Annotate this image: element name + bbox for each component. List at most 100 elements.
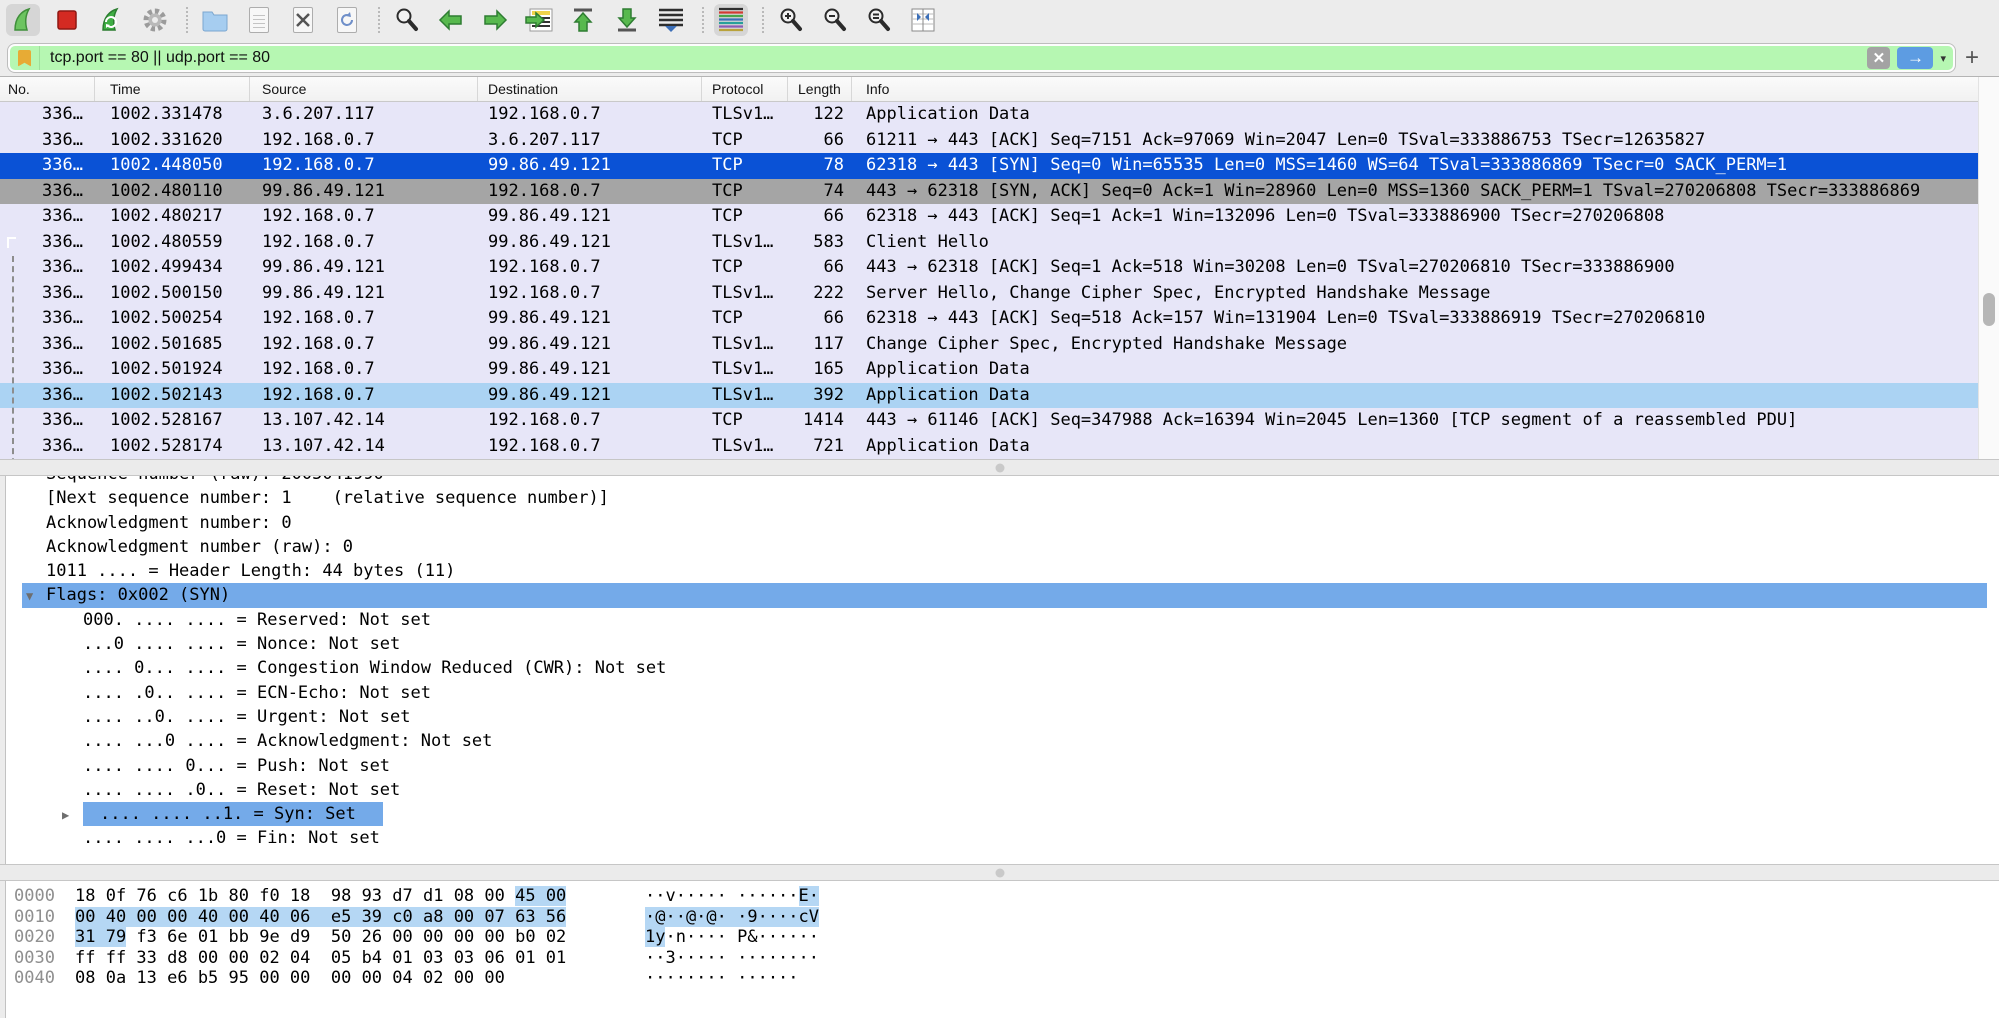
packet-list-header: No.TimeSourceDestinationProtocolLengthIn… [0,77,1999,102]
hex-bytes: 00 40 00 00 40 00 40 06 e5 39 c0 a8 00 0… [75,907,566,928]
packet-row[interactable]: 336…1002.52816713.107.42.14192.168.0.7TC… [0,408,1999,434]
scrollbar-thumb[interactable] [1983,293,1995,326]
stop-capture-button[interactable] [50,4,84,36]
packet-cell-time: 1002.528174 [95,434,250,460]
detail-line[interactable]: Acknowledgment number (raw): 0 [0,535,1999,559]
zoom-reset-button[interactable] [862,4,896,36]
detail-line[interactable]: [Next sequence number: 1 (relative seque… [0,486,1999,510]
packet-cell-source: 3.6.207.117 [250,102,478,128]
previous-packet-button[interactable] [434,4,468,36]
restart-capture-button[interactable] [94,4,128,36]
colorize-button[interactable] [714,4,748,36]
packet-row[interactable]: 336…1002.50015099.86.49.121192.168.0.7TL… [0,281,1999,307]
expander-down-icon[interactable]: ▼ [26,584,33,608]
detail-line[interactable]: Sequence number (raw): 2005041990 [0,476,1999,486]
column-header-length[interactable]: Length [788,77,852,101]
detail-line[interactable]: ▶.... .... ..1. = Syn: Set [0,802,1999,826]
packet-cell-length: 122 [788,102,852,128]
pane-splitter[interactable] [0,459,1999,476]
save-file-button[interactable] [242,4,276,36]
filter-history-caret[interactable]: ▾ [1940,52,1946,65]
packet-row[interactable]: 336…1002.501685192.168.0.799.86.49.121TL… [0,332,1999,358]
column-header-no[interactable]: No. [0,77,95,101]
detail-line[interactable]: .... .0.. .... = ECN-Echo: Not set [0,681,1999,705]
main-toolbar [0,0,1999,40]
detail-line[interactable]: .... .... .0.. = Reset: Not set [0,778,1999,802]
packet-cell-protocol: TCP [702,306,788,332]
hex-ascii: ········ ······ [645,968,799,989]
detail-line[interactable]: .... ...0 .... = Acknowledgment: Not set [0,729,1999,753]
column-header-destination[interactable]: Destination [478,77,702,101]
packet-row[interactable]: 336…1002.500254192.168.0.799.86.49.121TC… [0,306,1999,332]
packet-cell-length: 66 [788,306,852,332]
detail-line[interactable]: .... ..0. .... = Urgent: Not set [0,705,1999,729]
packet-row[interactable]: 336…1002.502143192.168.0.799.86.49.121TL… [0,383,1999,409]
expander-right-icon[interactable]: ▶ [62,803,69,827]
go-to-packet-button[interactable] [522,4,556,36]
hex-row[interactable]: 001000 40 00 00 40 00 40 06 e5 39 c0 a8 … [0,907,1999,928]
detail-line[interactable]: .... 0... .... = Congestion Window Reduc… [0,656,1999,680]
hex-row[interactable]: 004008 0a 13 e6 b5 95 00 00 00 00 04 02 … [0,968,1999,989]
packet-cell-destination: 192.168.0.7 [478,102,702,128]
open-file-button[interactable] [198,4,232,36]
close-file-button[interactable] [286,4,320,36]
column-header-time[interactable]: Time [95,77,250,101]
resize-columns-button[interactable] [906,4,940,36]
packet-cell-destination: 192.168.0.7 [478,408,702,434]
capture-options-button[interactable] [138,4,172,36]
packet-cell-time: 1002.331478 [95,102,250,128]
detail-line[interactable]: ▼Flags: 0x002 (SYN) [0,583,1999,607]
reload-file-button[interactable] [330,4,364,36]
detail-line[interactable]: 000. .... .... = Reserved: Not set [0,608,1999,632]
column-header-info[interactable]: Info [852,77,1999,101]
packet-cell-time: 1002.501924 [95,357,250,383]
packet-row[interactable]: 336…1002.448050192.168.0.799.86.49.121TC… [0,153,1999,179]
clear-filter-button[interactable]: ✕ [1867,47,1890,69]
detail-line[interactable]: .... .... ...0 = Fin: Not set [0,826,1999,850]
find-packet-button[interactable] [390,4,424,36]
go-to-bottom-button[interactable] [610,4,644,36]
apply-filter-button[interactable]: → [1897,47,1933,69]
packet-cell-source: 192.168.0.7 [250,383,478,409]
packet-bytes-pane: 000018 0f 76 c6 1b 80 f0 18 98 93 d7 d1 … [0,881,1999,1018]
start-capture-button[interactable] [6,4,40,36]
packet-row[interactable]: 336…1002.49943499.86.49.121192.168.0.7TC… [0,255,1999,281]
packet-cell-destination: 3.6.207.117 [478,128,702,154]
packet-cell-time: 1002.501685 [95,332,250,358]
packet-row[interactable]: 336…1002.501924192.168.0.799.86.49.121TL… [0,357,1999,383]
zoom-out-button[interactable] [818,4,852,36]
packet-cell-source: 13.107.42.14 [250,408,478,434]
add-filter-button[interactable]: + [1955,44,1989,72]
packet-row[interactable]: 336…1002.480217192.168.0.799.86.49.121TC… [0,204,1999,230]
packet-row[interactable]: 336…1002.331620192.168.0.73.6.207.117TCP… [0,128,1999,154]
display-filter-input[interactable]: tcp.port == 80 || udp.port == 80 ✕ → ▾ [8,44,1955,72]
packet-list-scrollbar[interactable] [1978,77,1999,459]
colorize-icon [717,7,745,33]
hex-bytes: 08 0a 13 e6 b5 95 00 00 00 00 04 02 00 0… [75,968,505,989]
detail-line[interactable]: 1011 .... = Header Length: 44 bytes (11) [0,559,1999,583]
hex-row[interactable]: 002031 79 f3 6e 01 bb 9e d9 50 26 00 00 … [0,927,1999,948]
packet-row[interactable]: 336…1002.480559192.168.0.799.86.49.121TL… [0,230,1999,256]
packet-row[interactable]: 336…1002.52817413.107.42.14192.168.0.7TL… [0,434,1999,460]
hex-row[interactable]: 0030ff ff 33 d8 00 00 02 04 05 b4 01 03 … [0,948,1999,969]
detail-line[interactable]: ...0 .... .... = Nonce: Not set [0,632,1999,656]
column-header-protocol[interactable]: Protocol [702,77,788,101]
column-header-source[interactable]: Source [250,77,478,101]
zoom-in-button[interactable] [774,4,808,36]
auto-scroll-button[interactable] [654,4,688,36]
splitter-handle-icon [995,463,1004,472]
go-to-top-button[interactable] [566,4,600,36]
hex-row[interactable]: 000018 0f 76 c6 1b 80 f0 18 98 93 d7 d1 … [0,886,1999,907]
hex-offset: 0000 [14,886,55,907]
filter-bookmark-button[interactable] [10,46,40,70]
display-filter-text[interactable]: tcp.port == 80 || udp.port == 80 [40,49,1867,67]
packet-row[interactable]: 336…1002.3314783.6.207.117192.168.0.7TLS… [0,102,1999,128]
detail-line-text: .... .... ...0 = Fin: Not set [83,828,380,848]
detail-line[interactable]: Acknowledgment number: 0 [0,511,1999,535]
packet-cell-info: 62318 → 443 [ACK] Seq=518 Ack=157 Win=13… [852,306,1999,332]
packet-cell-length: 721 [788,434,852,460]
pane-splitter[interactable] [0,864,1999,881]
packet-row[interactable]: 336…1002.48011099.86.49.121192.168.0.7TC… [0,179,1999,205]
detail-line[interactable]: .... .... 0... = Push: Not set [0,754,1999,778]
next-packet-button[interactable] [478,4,512,36]
